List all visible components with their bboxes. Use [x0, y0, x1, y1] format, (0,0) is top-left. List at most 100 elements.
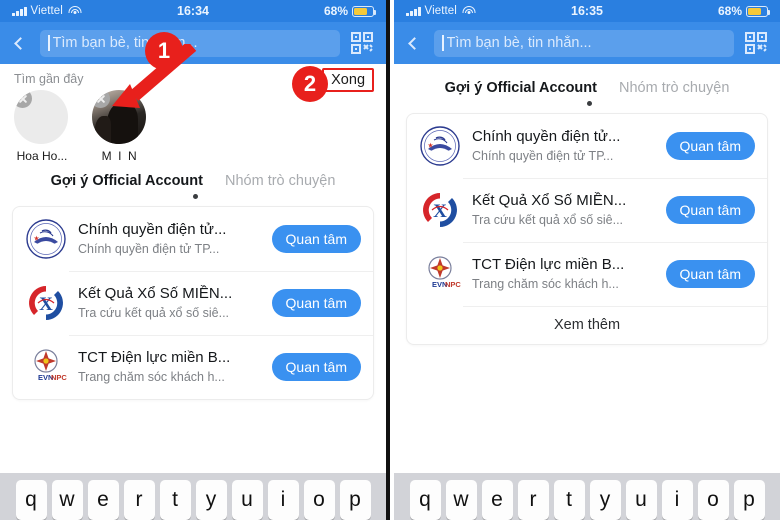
status-right-group: 68% — [718, 4, 771, 18]
key-w[interactable]: w — [445, 480, 477, 520]
follow-button[interactable]: Quan tâm — [665, 196, 756, 224]
clock-label: 16:35 — [571, 4, 603, 18]
recent-item-label: M I N — [101, 149, 139, 163]
government-emblem-icon — [25, 218, 67, 260]
list-item[interactable]: X Kết Quả Xổ Số MIỀN... Tra cứu kết quả … — [407, 178, 768, 242]
tab-group-chat[interactable]: Nhóm trò chuyện — [225, 173, 335, 189]
signal-bars-icon — [12, 6, 27, 16]
list-item[interactable]: Chính quyền điện tử... Chính quyền điện … — [13, 207, 373, 271]
qr-code-button[interactable] — [348, 29, 376, 57]
list-item-texts: Chính quyền điện tử... Chính quyền điện … — [78, 221, 261, 257]
follow-button[interactable]: Quan tâm — [271, 289, 362, 317]
list-item[interactable]: X Kết Quả Xổ Số MIỀN... Tra cứu kết quả … — [13, 271, 374, 335]
qr-code-icon — [745, 32, 768, 54]
key-t[interactable]: t — [159, 480, 191, 520]
evn-npc-icon: EVN NPC — [419, 253, 461, 295]
comparison-screenshot: Viettel 16:34 68% Tìm bạn bè, tin nhắn..… — [0, 0, 780, 520]
key-i[interactable]: i — [267, 480, 299, 520]
close-circle-icon[interactable] — [14, 90, 32, 108]
keyboard-right: q w e r t y u i o p — [394, 473, 780, 520]
see-more-button[interactable]: Xem thêm — [407, 306, 768, 344]
svg-text:X: X — [39, 294, 53, 315]
list-item-subtitle: Chính quyền điện tử TP... — [78, 241, 220, 256]
list-item-texts: Chính quyền điện tử... Chính quyền điện … — [472, 128, 655, 164]
key-r[interactable]: r — [123, 480, 155, 520]
list-item-subtitle: Tra cứu kết quả xổ số siê... — [78, 305, 230, 320]
key-y[interactable]: y — [195, 480, 227, 520]
status-left-group: Viettel — [12, 5, 82, 17]
svg-text:X: X — [433, 201, 447, 222]
list-item-title: TCT Điện lực miền B... — [78, 348, 231, 366]
follow-button[interactable]: Quan tâm — [665, 132, 756, 160]
key-t[interactable]: t — [553, 480, 585, 520]
tab-official-account[interactable]: Gợi ý Official Account — [445, 80, 597, 96]
battery-icon — [352, 5, 377, 17]
key-q[interactable]: q — [409, 480, 441, 520]
list-item-texts: TCT Điện lực miền B... Trang chăm sóc kh… — [472, 256, 655, 292]
status-bar-left: Viettel 16:34 68% — [0, 0, 387, 22]
status-left-group: Viettel — [406, 5, 476, 17]
tab-bar-right: Gợi ý Official Account Nhóm trò chuyện — [394, 64, 780, 96]
qr-code-icon — [351, 32, 374, 54]
done-button[interactable]: Xong — [322, 68, 375, 92]
oa-card: Chính quyền điện tử... Chính quyền điện … — [406, 113, 769, 345]
text-caret — [48, 35, 50, 51]
follow-button[interactable]: Quan tâm — [271, 353, 362, 381]
phone-screen-left: Viettel 16:34 68% Tìm bạn bè, tin nhắn..… — [0, 0, 387, 520]
list-item-subtitle: Chính quyền điện tử TP... — [472, 148, 614, 163]
key-i[interactable]: i — [661, 480, 693, 520]
list-item-texts: Kết Quả Xổ Số MIỀN... Tra cứu kết quả xổ… — [78, 285, 261, 321]
svg-text:NPC: NPC — [445, 280, 461, 289]
list-item[interactable]: Chính quyền điện tử... Chính quyền điện … — [407, 114, 767, 178]
key-w[interactable]: w — [51, 480, 83, 520]
list-item[interactable]: EVN NPC TCT Điện lực miền B... Trang chă… — [407, 242, 768, 306]
keyboard-left: q w e r t y u i o p — [0, 473, 387, 520]
key-q[interactable]: q — [15, 480, 47, 520]
tab-group-chat[interactable]: Nhóm trò chuyện — [619, 80, 729, 96]
signal-bars-icon — [406, 6, 421, 16]
evn-npc-icon: EVN NPC — [25, 346, 67, 388]
tab-indicator — [0, 189, 387, 206]
qr-code-button[interactable] — [742, 29, 770, 57]
list-item-texts: Kết Quả Xổ Số MIỀN... Tra cứu kết quả xổ… — [472, 192, 655, 228]
carrier-label: Viettel — [424, 5, 457, 17]
wifi-icon — [68, 6, 82, 16]
clock-label: 16:34 — [177, 4, 209, 18]
list-item-title: Kết Quả Xổ Số MIỀN... — [78, 284, 233, 302]
key-o[interactable]: o — [303, 480, 335, 520]
lottery-x-icon: X — [419, 189, 461, 231]
tab-indicator — [394, 96, 780, 113]
key-e[interactable]: e — [481, 480, 513, 520]
list-item-subtitle: Trang chăm sóc khách h... — [472, 276, 619, 291]
back-button[interactable] — [6, 30, 32, 56]
key-e[interactable]: e — [87, 480, 119, 520]
key-u[interactable]: u — [625, 480, 657, 520]
annotation-step-2: 2 — [292, 66, 328, 102]
status-right-group: 68% — [324, 4, 377, 18]
key-p[interactable]: p — [339, 480, 371, 520]
list-item[interactable]: EVN NPC TCT Điện lực miền B... Trang chă… — [13, 335, 374, 399]
lottery-x-icon: X — [25, 282, 67, 324]
key-r[interactable]: r — [517, 480, 549, 520]
battery-icon — [746, 5, 771, 17]
tab-bar-left: Gợi ý Official Account Nhóm trò chuyện — [0, 165, 387, 189]
follow-button[interactable]: Quan tâm — [271, 225, 362, 253]
oa-list-left: Chính quyền điện tử... Chính quyền điện … — [0, 206, 387, 400]
oa-list-right: Chính quyền điện tử... Chính quyền điện … — [394, 113, 780, 345]
list-item-subtitle: Trang chăm sóc khách h... — [78, 369, 225, 384]
recent-item[interactable]: Hoa Ho... — [14, 90, 70, 163]
panel-divider — [386, 0, 390, 520]
search-placeholder: Tìm bạn bè, tin nhắn... — [446, 35, 592, 51]
follow-button[interactable]: Quan tâm — [665, 260, 756, 288]
key-u[interactable]: u — [231, 480, 263, 520]
annotation-step-1: 1 — [145, 32, 183, 70]
search-input[interactable]: Tìm bạn bè, tin nhắn... — [434, 29, 735, 57]
key-p[interactable]: p — [733, 480, 765, 520]
back-button[interactable] — [400, 30, 426, 56]
key-o[interactable]: o — [697, 480, 729, 520]
key-y[interactable]: y — [589, 480, 621, 520]
government-emblem-icon — [419, 125, 461, 167]
oa-card: Chính quyền điện tử... Chính quyền điện … — [12, 206, 375, 400]
page-dot-icon — [586, 101, 592, 106]
tab-official-account[interactable]: Gợi ý Official Account — [51, 173, 203, 189]
